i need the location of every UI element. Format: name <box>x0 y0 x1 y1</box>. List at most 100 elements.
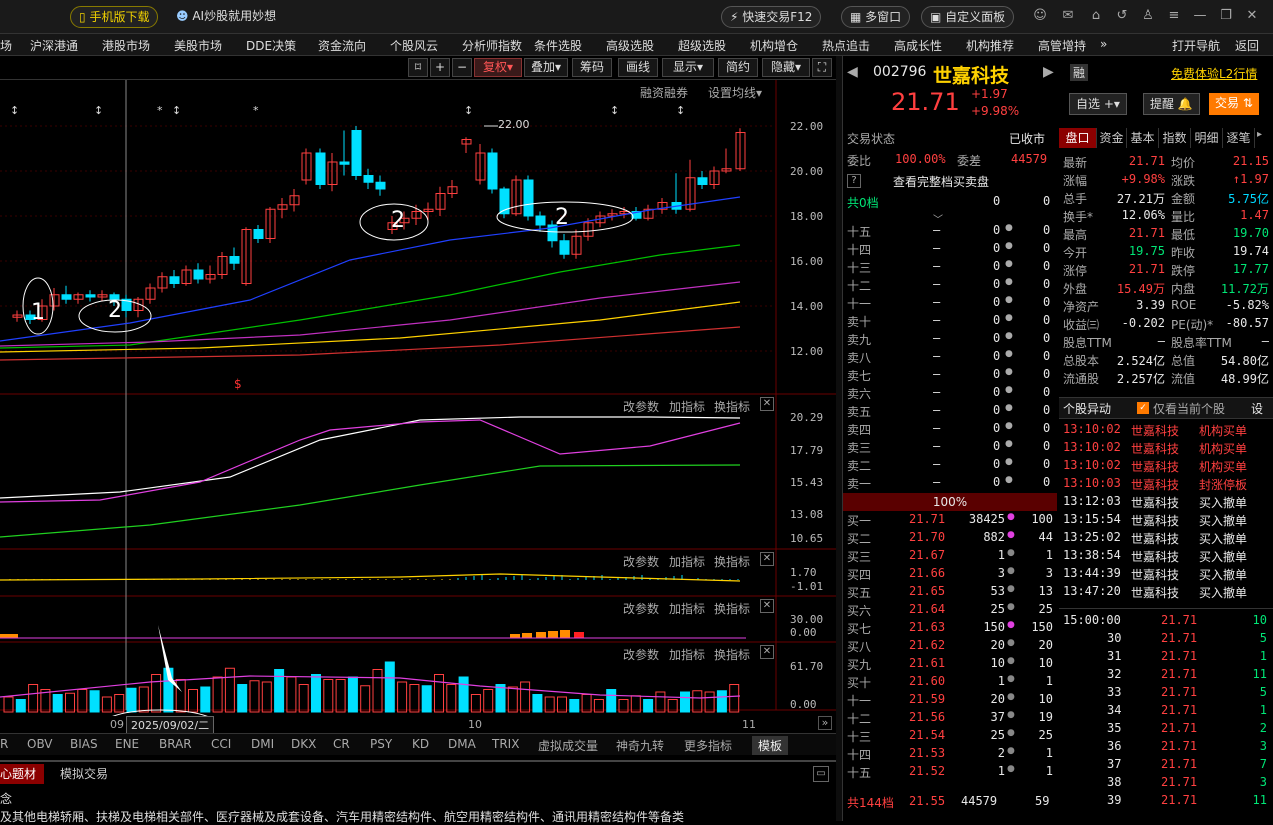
scroll-right-icon[interactable]: » <box>818 716 832 730</box>
tab-scroll-icon[interactable]: ▸ <box>1257 129 1262 140</box>
custom-panel-button[interactable]: ▣ 自定义面板 <box>921 6 1015 28</box>
indicator-tab[interactable]: ENE <box>115 737 139 751</box>
indicator-tab[interactable]: BRAR <box>159 737 192 751</box>
menu-item[interactable]: 港股市场 <box>102 37 150 54</box>
core-topic-tab[interactable]: 心题材 <box>0 764 45 784</box>
menu-item[interactable]: 高级选股 <box>606 37 654 54</box>
menu-item[interactable]: 资金流向 <box>318 37 366 54</box>
alert-event[interactable]: 买入撤单 <box>1199 548 1247 565</box>
switch-indicator-button[interactable]: 换指标 <box>714 398 750 415</box>
back-icon[interactable]: ↺ <box>1114 8 1130 24</box>
alert-event[interactable]: 买入撤单 <box>1199 494 1247 511</box>
alert-time[interactable]: 13:47:20 <box>1063 584 1121 598</box>
alert-time[interactable]: 13:38:54 <box>1063 548 1121 562</box>
menu-item[interactable]: 高成长性 <box>894 37 942 54</box>
simple-button[interactable]: 简约 <box>718 58 758 77</box>
tab-detail[interactable]: 明细 <box>1191 128 1223 148</box>
shirt-icon[interactable]: ♙ <box>1140 8 1156 24</box>
tab-funds[interactable]: 资金 <box>1097 128 1127 148</box>
alert-time[interactable]: 13:10:03 <box>1063 476 1121 490</box>
add-indicator-button[interactable]: 加指标 <box>669 398 705 415</box>
switch-indicator-button[interactable]: 换指标 <box>714 646 750 663</box>
full-queue-link[interactable]: 查看完整档买卖盘 <box>893 173 989 190</box>
display-button[interactable]: 显示▾ <box>662 58 714 77</box>
alert-event[interactable]: 机构买单 <box>1199 440 1247 457</box>
multi-window-button[interactable]: ▦ 多窗口 <box>841 6 911 28</box>
alert-time[interactable]: 13:10:02 <box>1063 440 1121 454</box>
menu-item[interactable]: 条件选股 <box>534 37 582 54</box>
user-icon[interactable]: ☺ <box>1032 8 1048 24</box>
alert-event[interactable]: 封涨停板 <box>1199 476 1247 493</box>
alert-stock[interactable]: 世嘉科技 <box>1131 530 1179 547</box>
alert-stock[interactable]: 世嘉科技 <box>1131 584 1179 601</box>
indicator-tab[interactable]: TRIX <box>492 737 519 751</box>
change-param-button[interactable]: 改参数 <box>623 553 659 570</box>
only-current-label[interactable]: 仅看当前个股 <box>1153 400 1225 417</box>
alert-stock[interactable]: 世嘉科技 <box>1131 548 1179 565</box>
indicator-tab[interactable]: DMI <box>251 737 274 751</box>
indicator-tab[interactable]: 神奇九转 <box>616 737 664 754</box>
ai-promo-link[interactable]: ☻ AI炒股就用妙想 <box>168 6 284 28</box>
menu-item[interactable]: 沪深港通 <box>30 37 78 54</box>
alert-event[interactable]: 买入撤单 <box>1199 566 1247 583</box>
close-icon[interactable]: ✕ <box>1244 8 1260 24</box>
menu-item[interactable]: 机构增仓 <box>750 37 798 54</box>
alert-time[interactable]: 13:10:02 <box>1063 422 1121 436</box>
zoom-out-icon[interactable]: − <box>452 58 472 77</box>
alert-stock[interactable]: 世嘉科技 <box>1131 494 1179 511</box>
indicator-tab[interactable]: 虚拟成交量 <box>538 737 598 754</box>
zoom-in-icon[interactable]: + <box>430 58 450 77</box>
template-tab[interactable]: 模板 <box>752 736 789 755</box>
change-param-button[interactable]: 改参数 <box>623 646 659 663</box>
overlay-button[interactable]: 叠加▾ <box>524 58 568 77</box>
menu-item[interactable]: 机构推荐 <box>966 37 1014 54</box>
menu-item[interactable]: 超级选股 <box>678 37 726 54</box>
indicator-tab[interactable]: BIAS <box>70 737 98 751</box>
change-param-button[interactable]: 改参数 <box>623 398 659 415</box>
alert-time[interactable]: 13:44:39 <box>1063 566 1121 580</box>
mail-icon[interactable]: ✉ <box>1060 8 1076 24</box>
tab-index[interactable]: 指数 <box>1159 128 1191 148</box>
indicator-tab[interactable]: CCI <box>211 737 231 751</box>
kline-svg[interactable]: ↕ ↕ * ↕ * ↕ ↕ ↕ <box>0 80 836 716</box>
chips-button[interactable]: 筹码 <box>572 58 612 77</box>
alert-stock[interactable]: 世嘉科技 <box>1131 476 1179 493</box>
checkbox-icon[interactable]: ✓ <box>1137 402 1149 414</box>
alert-event[interactable]: 买入撤单 <box>1199 530 1247 547</box>
alert-stock[interactable]: 世嘉科技 <box>1131 566 1179 583</box>
alerts-settings-button[interactable]: 设 <box>1251 400 1263 417</box>
alert-stock[interactable]: 世嘉科技 <box>1131 512 1179 529</box>
menu-icon[interactable]: ≡ <box>1166 8 1182 24</box>
alert-event[interactable]: 买入撤单 <box>1199 512 1247 529</box>
add-indicator-button[interactable]: 加指标 <box>669 646 705 663</box>
indicator-tab[interactable]: CR <box>333 737 350 751</box>
close-icon[interactable]: ✕ <box>760 552 774 566</box>
restore-icon[interactable]: ❐ <box>1218 8 1234 24</box>
alert-stock[interactable]: 世嘉科技 <box>1131 458 1179 475</box>
menu-item[interactable]: DDE决策 <box>246 37 296 54</box>
prev-stock-icon[interactable]: ◀ <box>847 64 858 80</box>
indicator-tab[interactable]: R <box>0 737 8 751</box>
close-icon[interactable]: ✕ <box>760 599 774 613</box>
alert-event[interactable]: 机构买单 <box>1199 458 1247 475</box>
add-fav-button[interactable]: 自选 +▾ <box>1069 93 1127 115</box>
more-icon[interactable]: » <box>1100 37 1107 51</box>
alert-stock[interactable]: 世嘉科技 <box>1131 440 1179 457</box>
add-indicator-button[interactable]: 加指标 <box>669 600 705 617</box>
restore-right-button[interactable]: 复权▾ <box>474 58 522 77</box>
cursor-icon[interactable]: ⌑ <box>408 58 428 77</box>
home-icon[interactable]: ⌂ <box>1088 8 1104 24</box>
tab-basic[interactable]: 基本 <box>1127 128 1159 148</box>
remind-button[interactable]: 提醒 🔔 <box>1143 93 1200 115</box>
menu-item[interactable]: 个股风云 <box>390 37 438 54</box>
alert-time[interactable]: 13:12:03 <box>1063 494 1121 508</box>
trade-button[interactable]: 交易 ⇅ <box>1209 93 1259 115</box>
draw-button[interactable]: 画线 <box>618 58 658 77</box>
indicator-tab[interactable]: PSY <box>370 737 392 751</box>
close-icon[interactable]: ✕ <box>760 645 774 659</box>
alert-event[interactable]: 机构买单 <box>1199 422 1247 439</box>
alert-event[interactable]: 买入撤单 <box>1199 584 1247 601</box>
indicator-tab[interactable]: KD <box>412 737 429 751</box>
alert-time[interactable]: 13:25:02 <box>1063 530 1121 544</box>
tab-tick[interactable]: 逐笔 <box>1223 128 1255 148</box>
